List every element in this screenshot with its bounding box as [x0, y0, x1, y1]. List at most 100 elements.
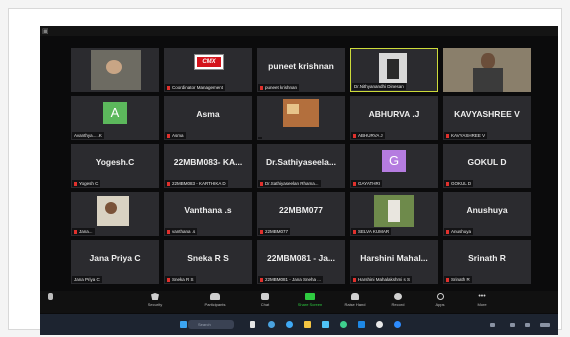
file-explorer-icon[interactable] — [304, 321, 311, 328]
participant-label: Sneka R S — [165, 276, 196, 283]
more-button[interactable]: ••• More — [462, 293, 502, 307]
participant-tile[interactable]: Anushuya Anushuya — [443, 192, 531, 236]
participant-label: 22MBM083 - KARTHIKA D — [165, 180, 228, 187]
participant-tile[interactable]: Vanthana .s vanthana .s — [164, 192, 252, 236]
participant-label: GAYATHRI — [351, 180, 383, 187]
chat-app-icon[interactable] — [268, 321, 275, 328]
chrome-icon[interactable] — [340, 321, 347, 328]
participant-tile[interactable]: Asma Asma — [164, 96, 252, 140]
muted-mic-icon — [260, 85, 263, 90]
window-title-bar: ▣ — [40, 26, 558, 36]
participant-tile[interactable]: Harshini Mahal... Harshini Mahalakshmi s… — [350, 240, 438, 284]
participant-tile[interactable]: ABHURVA .J ABHURVA J — [350, 96, 438, 140]
participant-tile[interactable]: KAVYASHREE V KAVYASHREE V — [443, 96, 531, 140]
windows-start-icon[interactable] — [180, 321, 187, 328]
participant-label: 22MBM077 — [258, 228, 291, 235]
participants-icon — [210, 293, 220, 300]
wifi-icon[interactable] — [510, 323, 515, 327]
participant-label: Coordinator Management — [165, 84, 226, 91]
participant-tile[interactable]: Sneka R S Sneka R S — [164, 240, 252, 284]
participant-tile[interactable] — [257, 96, 345, 140]
participant-name: Anushuya — [466, 205, 508, 215]
participant-figure — [387, 59, 399, 79]
photos-icon[interactable] — [376, 321, 383, 328]
participant-tile[interactable] — [443, 48, 531, 92]
participant-name: 22MBM083- KA... — [173, 157, 243, 167]
zoom-icon[interactable] — [394, 321, 401, 328]
monitor-screen: ▣ CMX Coordinator Management puneet kris… — [40, 26, 558, 335]
app-icon[interactable] — [358, 321, 365, 328]
participant-tile[interactable]: Srinath R Srinath R — [443, 240, 531, 284]
avatar: A — [103, 102, 127, 124]
participant-tile[interactable]: 22MBM081 - Ja... 22MBM081 - Jana Sneha .… — [257, 240, 345, 284]
participant-tile[interactable] — [71, 48, 159, 92]
gallery-grid: CMX Coordinator Management puneet krishn… — [68, 48, 556, 288]
participant-label: SELVA KUMAR — [351, 228, 392, 235]
meeting-toolbar: Security Participants Chat Share Screen … — [40, 291, 558, 313]
toolbar-label: Apps — [435, 302, 445, 307]
microphone-icon — [47, 293, 53, 300]
participant-name: Yogesh.C — [95, 157, 135, 167]
participant-tile[interactable]: SELVA KUMAR — [350, 192, 438, 236]
taskbar-search[interactable]: Search — [188, 320, 234, 329]
mute-button[interactable] — [40, 293, 60, 300]
record-button[interactable]: Record — [378, 293, 418, 307]
participant-tile[interactable]: Jana Priya C Jana Priya C — [71, 240, 159, 284]
participant-tile[interactable]: Jana... — [71, 192, 159, 236]
participant-label: 22MBM081 - Jana Sneha ... — [258, 276, 324, 283]
participant-label: Yogesh C — [72, 180, 101, 187]
muted-mic-icon — [353, 133, 356, 138]
participant-label: Srinath R — [444, 276, 472, 283]
volume-icon[interactable] — [525, 323, 530, 327]
participants-button[interactable]: Participants — [195, 293, 235, 307]
muted-mic-icon — [167, 229, 170, 234]
participant-label: ABHURVA J — [351, 132, 385, 139]
view-icon[interactable]: ▣ — [42, 27, 49, 35]
active-speaker-tile[interactable]: Dr.Nithyanandhi Dinesan — [350, 48, 438, 92]
participant-name: Sneka R S — [187, 253, 229, 263]
participant-label — [258, 137, 262, 139]
participant-tile[interactable]: 22MBM083- KA... 22MBM083 - KARTHIKA D — [164, 144, 252, 188]
task-view-icon[interactable] — [250, 321, 255, 328]
muted-mic-icon — [260, 229, 263, 234]
photo-frame: ▣ CMX Coordinator Management puneet kris… — [8, 8, 562, 335]
tray-chevron-icon[interactable] — [490, 323, 495, 327]
participant-tile[interactable]: 22MBM077 22MBM077 — [257, 192, 345, 236]
participant-name: Jana Priya C — [89, 253, 141, 263]
toolbar-label: More — [477, 302, 487, 307]
participant-label: Anushuya — [444, 228, 474, 235]
shield-icon — [151, 293, 159, 300]
participant-name: Vanthana .s — [184, 205, 232, 215]
participant-tile[interactable]: GOKUL D GOKUL D — [443, 144, 531, 188]
security-button[interactable]: Security — [135, 293, 175, 307]
participant-name: GOKUL D — [467, 157, 507, 167]
participant-label: Jana... — [72, 228, 95, 235]
apps-button[interactable]: Apps — [420, 293, 460, 307]
participant-label: Dr.Nithyanandhi Dinesan — [352, 83, 406, 90]
raise-hand-button[interactable]: Raise Hand — [335, 293, 375, 307]
participant-face — [106, 60, 122, 74]
chat-button[interactable]: Chat — [245, 293, 285, 307]
participant-tile[interactable]: A Avanthya.....K — [71, 96, 159, 140]
participant-tile[interactable]: Yogesh.C Yogesh C — [71, 144, 159, 188]
muted-mic-icon — [167, 181, 170, 186]
search-placeholder: Search — [198, 322, 211, 327]
muted-mic-icon — [260, 181, 263, 186]
participant-name: 22MBM077 — [279, 205, 323, 215]
participant-label: Asma — [165, 132, 186, 139]
participant-tile[interactable]: Dr.Sathiyaseela... Dr.Sathiyaseelan Rham… — [257, 144, 345, 188]
participant-label: puneet krishnan — [258, 84, 300, 91]
participant-tile[interactable]: puneet krishnan puneet krishnan — [257, 48, 345, 92]
share-screen-button[interactable]: Share Screen — [290, 293, 330, 307]
toolbar-label: Share Screen — [297, 302, 323, 307]
hand-icon — [351, 293, 359, 300]
cmx-logo: CMX — [194, 54, 224, 70]
clock-icon[interactable] — [540, 323, 550, 327]
participant-tile[interactable]: CMX Coordinator Management — [164, 48, 252, 92]
apps-icon — [436, 293, 444, 300]
participant-tile[interactable]: G GAYATHRI — [350, 144, 438, 188]
share-screen-icon — [305, 293, 315, 300]
store-icon[interactable] — [322, 321, 329, 328]
edge-icon[interactable] — [286, 321, 293, 328]
participant-name: Harshini Mahal... — [360, 253, 428, 263]
